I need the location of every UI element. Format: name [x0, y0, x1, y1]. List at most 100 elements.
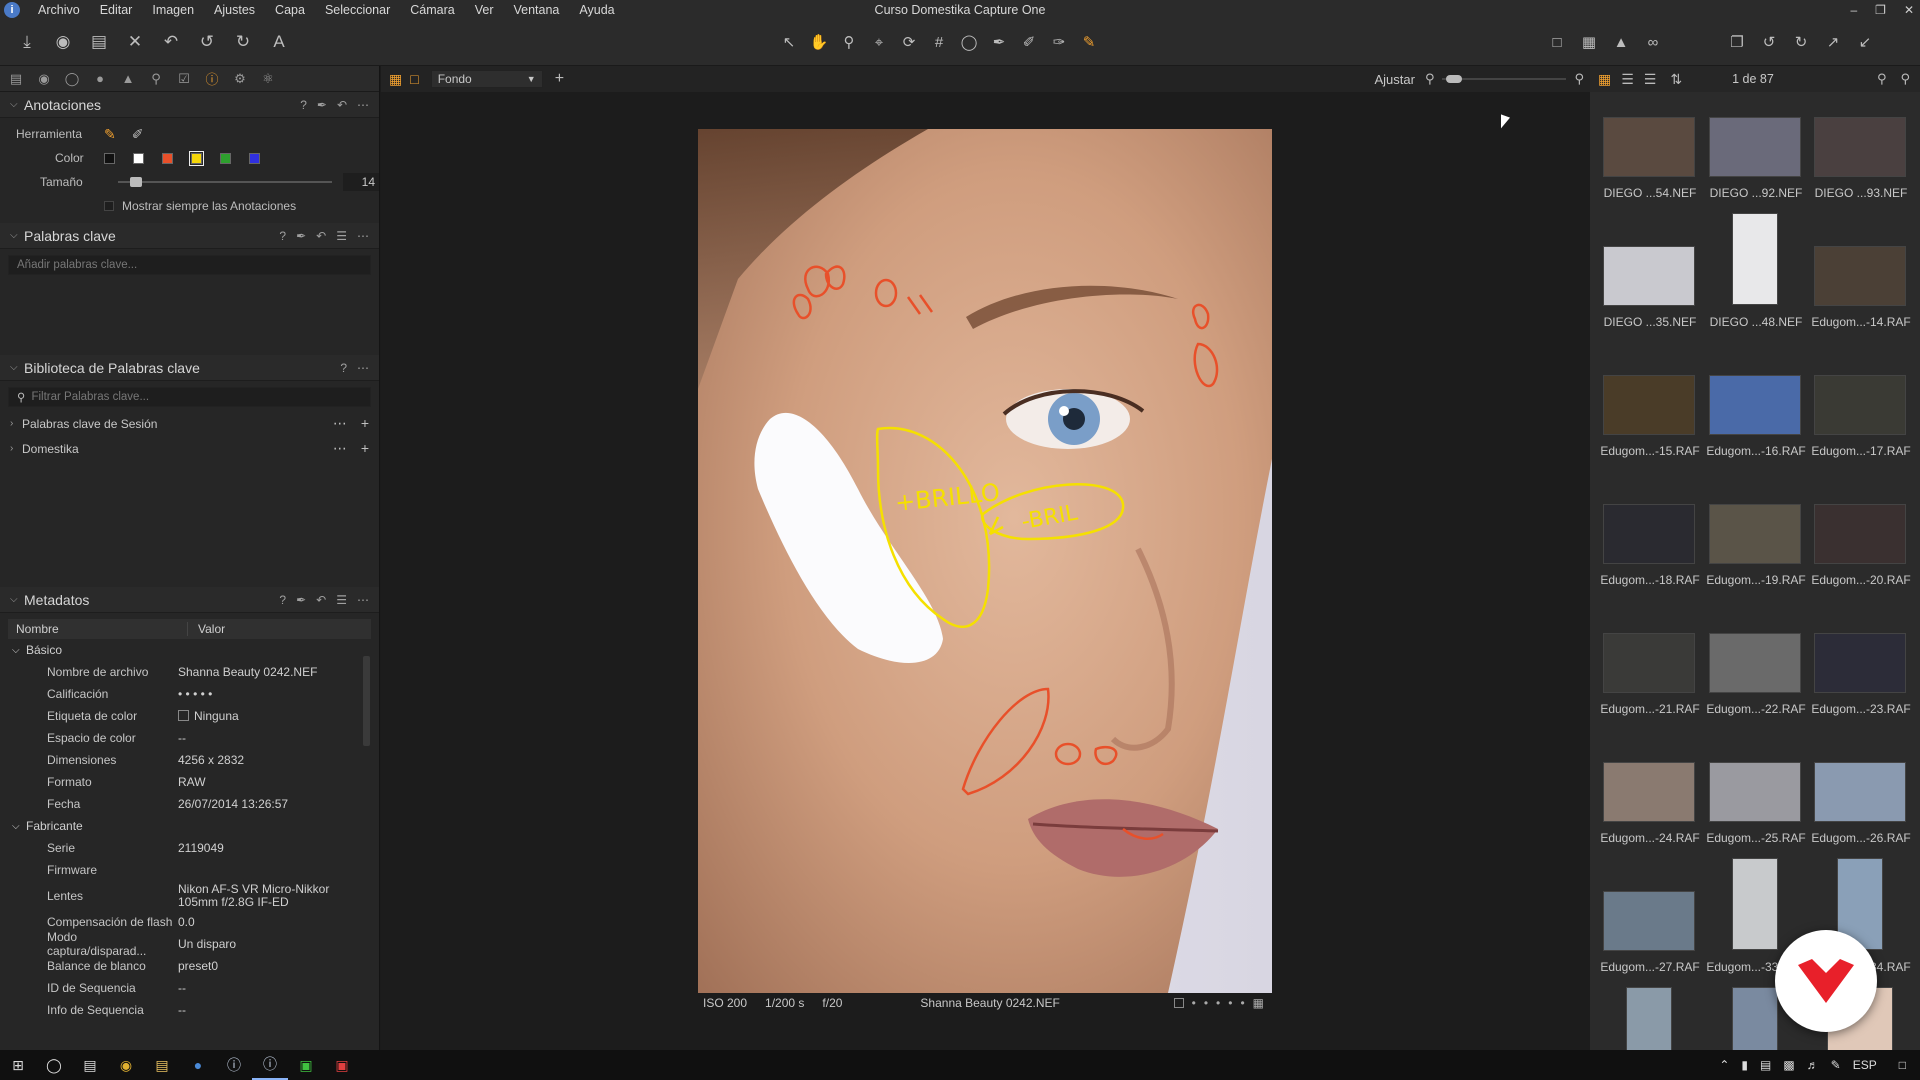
metadata-value[interactable]: 4256 x 2832 [178, 753, 371, 767]
color-swatch-blue[interactable] [249, 152, 260, 164]
thumbnail-image[interactable] [1814, 504, 1906, 564]
thumbnail[interactable]: Edugom...-25.RAF [1704, 725, 1808, 853]
thumbnail-image[interactable] [1603, 375, 1695, 435]
add-keywords-input[interactable]: Añadir palabras clave... [8, 255, 371, 275]
metadata-value[interactable]: 2119049 [178, 841, 371, 855]
thumbnail[interactable]: Edugom...-26.RAF [1809, 725, 1913, 853]
close-icon[interactable]: ✕ [1904, 0, 1914, 20]
list-icon[interactable]: ☰ [336, 229, 347, 243]
help-icon[interactable]: ? [279, 593, 286, 607]
file-explorer-icon[interactable]: ▤ [144, 1050, 180, 1080]
thumbnail[interactable]: Edugom...-23.RAF [1809, 596, 1913, 724]
metadata-value[interactable]: -- [178, 1003, 371, 1017]
color-swatch-yellow[interactable] [189, 150, 204, 166]
help-icon[interactable]: ? [340, 361, 347, 375]
zoom-tool-icon[interactable]: ⚲ [838, 28, 860, 56]
pick-icon[interactable]: ✒ [296, 229, 306, 243]
thumbnail-image[interactable] [1709, 633, 1801, 693]
rotate-right-icon[interactable]: ↻ [1790, 28, 1812, 56]
thumbnail-image[interactable] [1732, 858, 1778, 950]
exposure-tab-icon[interactable]: ▲ [118, 69, 138, 89]
thumbnail-image[interactable] [1626, 987, 1672, 1050]
menu-ventana[interactable]: Ventana [504, 0, 570, 20]
network-icon[interactable]: ▤ [1760, 1058, 1771, 1072]
details-tab-icon[interactable]: ⚲ [146, 69, 166, 89]
help-icon[interactable]: ? [279, 229, 286, 243]
thumbnail-image[interactable] [1603, 633, 1695, 693]
metadata-group-maker[interactable]: ⌵ Fabricante [8, 815, 371, 837]
size-value[interactable]: 14 [343, 173, 379, 191]
more-icon[interactable]: ⋯ [357, 98, 369, 112]
proof-icon[interactable]: □ [1546, 28, 1568, 56]
thumbnail-image[interactable] [1709, 375, 1801, 435]
metadata-value[interactable]: 26/07/2014 13:26:57 [178, 797, 371, 811]
pick-icon[interactable]: ✒ [296, 593, 306, 607]
menu-camara[interactable]: Cámara [400, 0, 464, 20]
thumbnail[interactable]: DIEGO ...92.NEF [1704, 92, 1808, 208]
color-tag-checkbox[interactable] [178, 710, 189, 721]
sort-icon[interactable]: ⇅ [1670, 71, 1682, 88]
color-picker-icon[interactable]: ✒ [988, 28, 1010, 56]
brush-icon[interactable]: ✐ [1018, 28, 1040, 56]
color-swatch-green[interactable] [220, 152, 231, 164]
pick-icon[interactable]: ✒ [317, 98, 327, 112]
annotations-header[interactable]: ⌵ Anotaciones ? ✒ ↶ ⋯ [0, 92, 379, 118]
grid-overlay-icon[interactable]: ▦ [1578, 28, 1600, 56]
annotation-eraser-icon[interactable]: ✐ [132, 126, 144, 143]
task-view-icon[interactable]: ▤ [72, 1050, 108, 1080]
import-icon[interactable]: ⤓ [14, 28, 40, 56]
menu-imagen[interactable]: Imagen [142, 0, 204, 20]
chevron-up-icon[interactable]: ⌃ [1719, 1058, 1729, 1072]
pen-icon[interactable]: ✎ [1831, 1058, 1841, 1072]
more-icon[interactable]: ⋯ [333, 440, 347, 457]
help-icon[interactable]: ? [300, 98, 307, 112]
list-icon[interactable]: ☰ [336, 593, 347, 607]
metadata-scrollbar[interactable] [363, 656, 370, 746]
before-after-icon[interactable]: ∞ [1642, 28, 1664, 56]
metadata-tab-icon[interactable]: ⓘ [202, 69, 222, 89]
thumbnail-image[interactable] [1814, 117, 1906, 177]
thumbnail[interactable]: DIEGO ...48.NEF [1704, 209, 1808, 337]
menu-capa[interactable]: Capa [265, 0, 315, 20]
col-value[interactable]: Valor [188, 622, 225, 636]
keywords-header[interactable]: ⌵ Palabras clave ? ✒ ↶ ☰ ⋯ [0, 223, 379, 249]
volume-icon[interactable]: ♬ [1807, 1058, 1819, 1072]
main-photo[interactable]: +BRILLO -BRIL [698, 129, 1272, 993]
keystone-icon[interactable]: # [928, 28, 950, 56]
hand-pan-icon[interactable]: ✋ [808, 28, 830, 56]
delete-icon[interactable]: ✕ [122, 28, 148, 56]
keyword-set-session[interactable]: › Palabras clave de Sesión ⋯ + [0, 411, 379, 436]
list-view-icon[interactable]: ☰ [1621, 71, 1634, 88]
redo-icon[interactable]: ↻ [230, 28, 256, 56]
reset-icon[interactable]: ↶ [158, 28, 184, 56]
zoom-in-icon[interactable]: ⚲ [1574, 71, 1584, 87]
always-show-checkbox[interactable] [104, 201, 114, 211]
thumbnail[interactable]: Edugom...-21.RAF [1598, 596, 1702, 724]
size-slider[interactable] [117, 175, 332, 189]
col-name[interactable]: Nombre [8, 622, 188, 636]
metadata-header[interactable]: ⌵ Metadatos ? ✒ ↶ ☰ ⋯ [0, 587, 379, 613]
chrome-icon[interactable]: ◉ [108, 1050, 144, 1080]
thumbnail-image[interactable] [1603, 504, 1695, 564]
caption-checkbox[interactable] [1173, 998, 1184, 1008]
menu-editar[interactable]: Editar [90, 0, 143, 20]
rotate-icon[interactable]: ⟳ [898, 28, 920, 56]
thumbnail-image[interactable] [1603, 891, 1695, 951]
lens-tab-icon[interactable]: ◯ [62, 69, 82, 89]
color-tab-icon[interactable]: ● [90, 69, 110, 89]
thumbnail-image[interactable] [1603, 246, 1695, 306]
copy-icon[interactable]: ❐ [1726, 28, 1748, 56]
thumbnail-image[interactable] [1814, 246, 1906, 306]
thumbnail-image[interactable] [1603, 117, 1695, 177]
windows-start-icon[interactable]: ⊞ [0, 1050, 36, 1080]
color-swatch-white[interactable] [133, 152, 144, 164]
filter-keywords-input[interactable]: ⚲ Filtrar Palabras clave... [8, 387, 371, 407]
gradient-icon[interactable]: ✑ [1048, 28, 1070, 56]
apply-adjust-icon[interactable]: ↙ [1854, 28, 1876, 56]
thumbnail[interactable]: Edugom...-15.RAF [1598, 338, 1702, 466]
caption-rating-dots[interactable]: ••••• [1192, 996, 1253, 1010]
thumbnail-image[interactable] [1709, 117, 1801, 177]
metadata-value[interactable]: -- [178, 981, 371, 995]
thumbnail[interactable]: DIEGO ...35.NEF [1598, 209, 1702, 337]
thumbnail[interactable]: Edugom...-16.RAF [1704, 338, 1808, 466]
